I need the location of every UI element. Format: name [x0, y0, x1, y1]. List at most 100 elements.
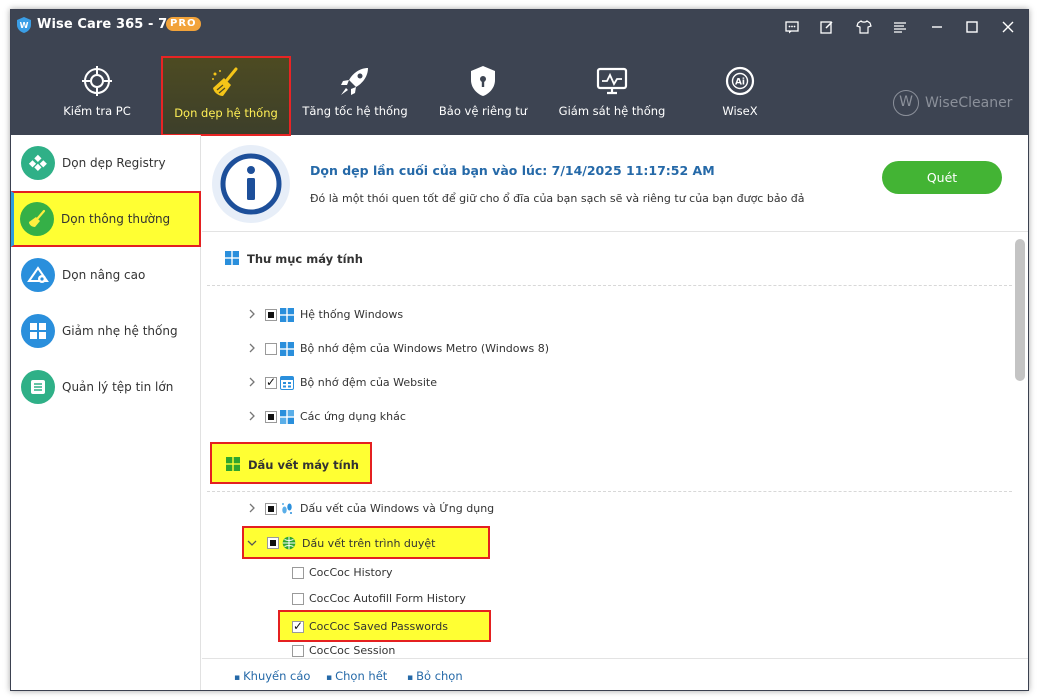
checkbox[interactable]: ✓ — [292, 619, 304, 633]
minimize-icon — [932, 26, 942, 28]
windows-icon — [225, 251, 239, 265]
checkbox[interactable] — [265, 411, 277, 423]
checkbox[interactable]: ✓ — [265, 375, 277, 389]
list-item[interactable]: Hệ thống Windows — [202, 303, 1012, 327]
info-bar: Dọn dẹp lần cuối của bạn vào lúc: 7/14/2… — [202, 135, 1028, 232]
sidebar-item-label: Quản lý tệp tin lớn — [62, 380, 174, 394]
windows-icon — [280, 308, 294, 322]
divider — [207, 491, 1012, 492]
maximize-button[interactable] — [961, 16, 983, 38]
brand-text: WiseCleaner — [925, 95, 1013, 111]
item-label: Các ứng dụng khác — [300, 410, 406, 423]
close-icon — [1002, 21, 1014, 33]
section-computer-folders: Thư mục máy tính — [202, 233, 1012, 285]
subitem-label: CocCoc History — [309, 566, 393, 579]
sidebar-item-label: Dọn thông thường — [61, 212, 171, 226]
nav-tab-pc-checkup[interactable]: Kiểm tra PC — [33, 56, 161, 136]
list-subitem[interactable]: CocCoc Autofill Form History — [202, 587, 1012, 611]
globe-icon — [282, 536, 296, 550]
sidebar-item-label: Giảm nhẹ hệ thống — [62, 324, 178, 338]
titlebar: W Wise Care 365 - 7.2.6 PRO — [11, 10, 1028, 44]
subitem-label: CocCoc Saved Passwords — [309, 620, 449, 633]
checkbox[interactable] — [265, 503, 277, 515]
clean-items-list: Thư mục máy tính Hệ thống Windows Bộ nhớ… — [202, 233, 1012, 658]
list-item[interactable]: Dấu vết của Windows và Ứng dụng — [202, 497, 1012, 521]
subitem-label: CocCoc Session — [309, 644, 396, 657]
checkbox[interactable] — [267, 537, 279, 549]
chevron-right-icon[interactable] — [246, 376, 258, 388]
recommend-link[interactable]: Khuyến cáo — [234, 669, 310, 683]
vertical-scrollbar[interactable] — [1015, 239, 1025, 654]
skin-button[interactable] — [853, 16, 875, 38]
chevron-right-icon[interactable] — [246, 502, 258, 514]
ai-icon: Ai — [725, 66, 755, 96]
chevron-right-icon[interactable] — [246, 308, 258, 320]
nav-tab-wisex[interactable]: Ai WiseX — [676, 56, 804, 136]
item-label: Dấu vết trên trình duyệt — [302, 537, 436, 550]
pro-badge: PRO — [166, 17, 201, 31]
app-logo-icon: W — [17, 17, 31, 33]
broom-icon — [20, 202, 54, 236]
nav-tab-privacy[interactable]: Bảo vệ riêng tư — [419, 56, 547, 136]
rocket-icon — [341, 68, 368, 95]
app-window: W Wise Care 365 - 7.2.6 PRO Kiểm tra PC … — [10, 9, 1029, 691]
list-subitem-saved-passwords[interactable]: ✓ CocCoc Saved Passwords — [278, 610, 491, 642]
tshirt-icon — [856, 20, 872, 34]
info-icon — [212, 145, 290, 223]
close-button[interactable] — [997, 16, 1019, 38]
menu-button[interactable] — [889, 16, 911, 38]
checkbox[interactable] — [292, 593, 304, 605]
sidebar-item-system-slimming[interactable]: Giảm nhẹ hệ thống — [11, 303, 201, 359]
deselect-link[interactable]: Bỏ chọn — [407, 669, 463, 683]
list-subitem[interactable]: CocCoc History — [202, 561, 1012, 585]
nav-label: Kiểm tra PC — [63, 104, 131, 118]
section-title: Thư mục máy tính — [247, 252, 363, 266]
chevron-right-icon[interactable] — [246, 342, 258, 354]
scrollbar-thumb[interactable] — [1015, 239, 1025, 381]
footprints-icon — [282, 503, 292, 514]
divider — [207, 285, 1012, 286]
select-all-link[interactable]: Chọn hết — [326, 669, 387, 683]
list-item[interactable]: ✓ Bộ nhớ đệm của Website — [202, 371, 1012, 395]
minimize-button[interactable] — [926, 16, 948, 38]
list-item[interactable]: Bộ nhớ đệm của Windows Metro (Windows 8) — [202, 337, 1012, 361]
chat-icon — [785, 20, 799, 33]
svg-text:Ai: Ai — [735, 78, 745, 88]
website-cache-icon — [280, 376, 294, 390]
nav-tab-system-cleaner[interactable]: Dọn dẹp hệ thống — [161, 56, 291, 136]
checkbox[interactable] — [265, 309, 277, 321]
file-list-icon — [21, 370, 55, 404]
advanced-clean-icon — [21, 258, 55, 292]
chevron-right-icon[interactable] — [246, 410, 258, 422]
scan-button[interactable]: Quét — [882, 161, 1002, 194]
checkbox[interactable] — [292, 645, 304, 657]
checkbox[interactable] — [292, 567, 304, 579]
last-clean-title: Dọn dẹp lần cuối của bạn vào lúc: 7/14/2… — [310, 163, 715, 178]
apps-icon — [280, 410, 294, 424]
nav-tab-system-tuneup[interactable]: Tăng tốc hệ thống — [291, 56, 419, 136]
list-subitem[interactable]: CocCoc Session — [202, 639, 1012, 658]
wisecleaner-logo-icon: W — [893, 90, 919, 116]
chevron-down-icon[interactable] — [246, 537, 258, 549]
sidebar-item-common-cleaner[interactable]: Dọn thông thường — [11, 191, 201, 247]
sidebar-item-registry-cleaner[interactable]: Dọn dẹp Registry — [11, 135, 201, 191]
list-item[interactable]: Các ứng dụng khác — [202, 405, 1012, 429]
list-item-browser-traces[interactable]: Dấu vết trên trình duyệt — [242, 526, 490, 559]
windows-icon — [226, 457, 240, 471]
sidebar-item-large-file-manager[interactable]: Quản lý tệp tin lớn — [11, 359, 201, 415]
shield-lock-icon — [471, 66, 495, 96]
checkbox[interactable] — [265, 343, 277, 355]
svg-text:W: W — [20, 21, 29, 30]
item-label: Bộ nhớ đệm của Windows Metro (Windows 8) — [300, 342, 550, 355]
edit-button[interactable] — [816, 16, 838, 38]
crosshair-icon — [82, 66, 112, 96]
item-label: Hệ thống Windows — [300, 308, 404, 321]
footer-actions: Khuyến cáo Chọn hết Bỏ chọn — [202, 658, 1028, 690]
header: W Wise Care 365 - 7.2.6 PRO Kiểm tra PC … — [11, 10, 1028, 136]
section-title: Dấu vết máy tính — [248, 458, 359, 472]
registry-icon — [21, 146, 55, 180]
nav-tab-system-monitor[interactable]: Giám sát hệ thống — [548, 56, 676, 136]
broom-icon — [212, 67, 238, 96]
sidebar-item-advanced-cleaner[interactable]: Dọn nâng cao — [11, 247, 201, 303]
feedback-button[interactable] — [781, 16, 803, 38]
